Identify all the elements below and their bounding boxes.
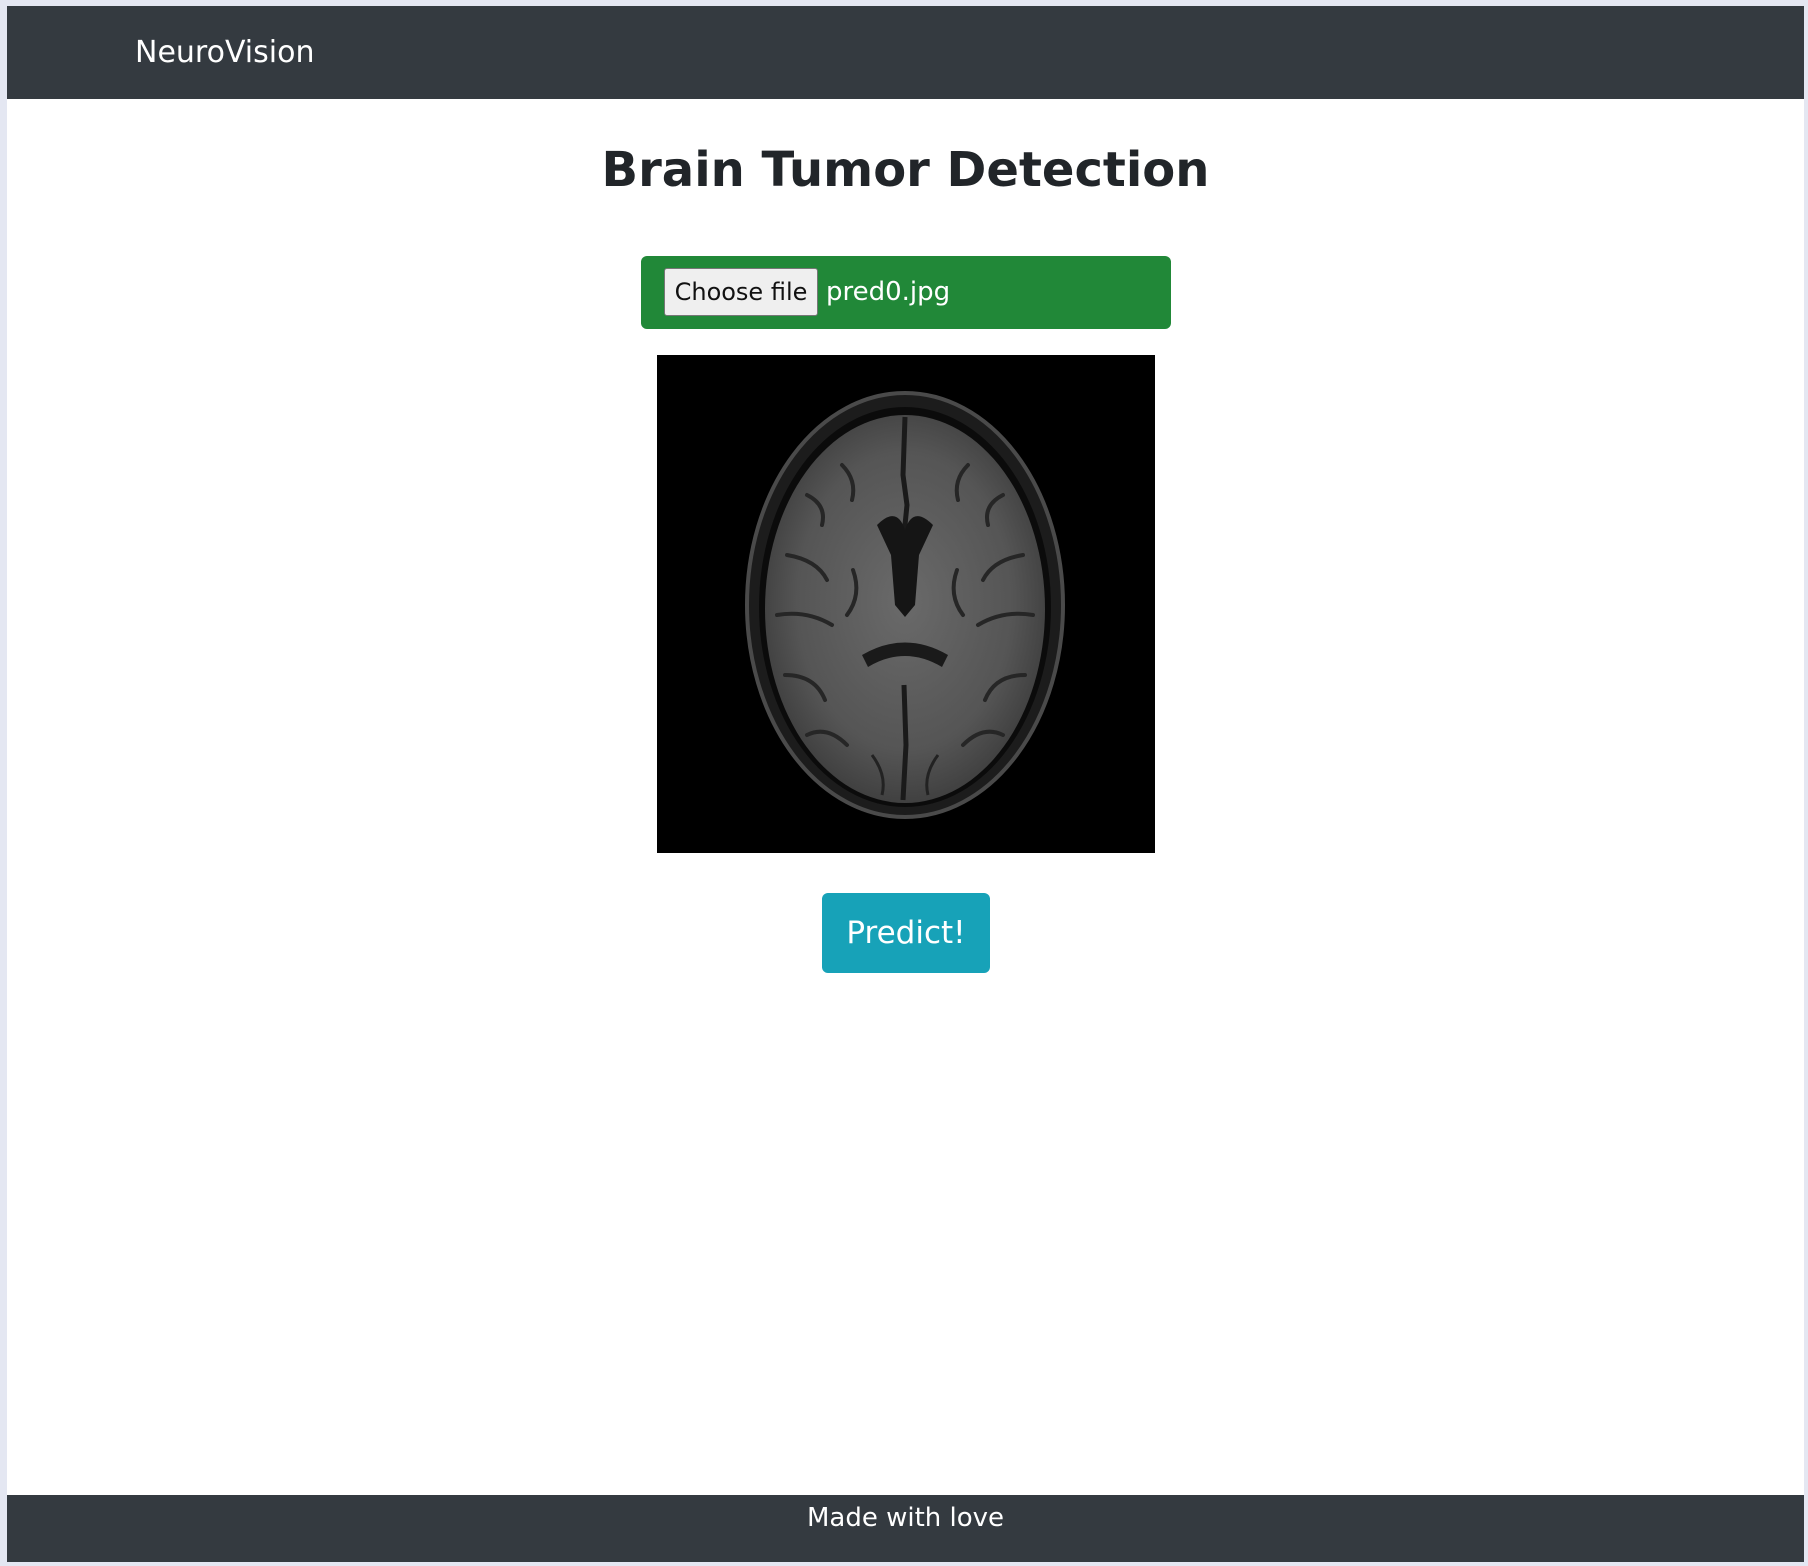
browser-page: NeuroVision Brain Tumor Detection Choose…	[7, 6, 1804, 1562]
navbar-brand[interactable]: NeuroVision	[135, 6, 314, 99]
page-title: Brain Tumor Detection	[601, 142, 1210, 198]
navbar: NeuroVision	[7, 6, 1804, 99]
footer-text: Made with love	[806, 1503, 1005, 1533]
selected-file-name: pred0.jpg	[826, 277, 951, 307]
choose-file-button[interactable]: Choose file	[664, 268, 818, 316]
brain-scan-image	[657, 355, 1155, 853]
footer: Made with love	[7, 1495, 1804, 1562]
predict-button[interactable]: Predict!	[822, 893, 990, 973]
file-input[interactable]: Choose file pred0.jpg	[641, 256, 1171, 329]
